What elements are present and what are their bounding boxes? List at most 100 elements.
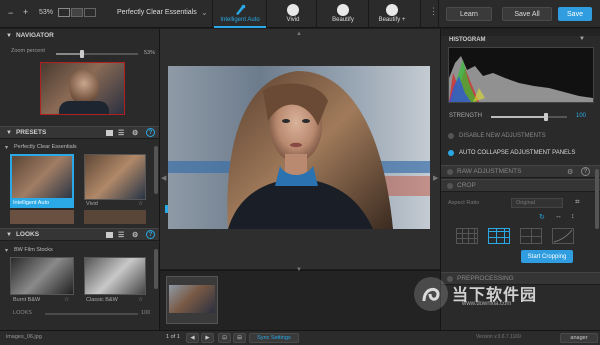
zoom-slider-handle[interactable] bbox=[80, 50, 85, 58]
looks-scrollbar[interactable] bbox=[154, 249, 158, 289]
collapse-icon[interactable]: ▾ bbox=[5, 247, 8, 254]
histogram-chart bbox=[448, 47, 594, 103]
strength-value: 100 bbox=[576, 113, 587, 119]
preset-thumbnail-partial[interactable] bbox=[10, 210, 74, 224]
strength-label: STRENGTH bbox=[449, 113, 482, 119]
collapse-top-icon[interactable]: ▲ bbox=[296, 31, 302, 37]
star-icon[interactable]: ☆ bbox=[64, 296, 69, 303]
collapse-icon[interactable]: ▼ bbox=[579, 36, 585, 42]
collapse-right-icon[interactable]: ▶ bbox=[433, 174, 438, 182]
prev-image-button[interactable]: ◀ bbox=[186, 333, 199, 343]
list-view-icon[interactable]: ☰ bbox=[118, 129, 124, 137]
divider bbox=[438, 0, 439, 28]
grid-overlay-thirds[interactable] bbox=[488, 228, 510, 244]
grid-overlay-fine[interactable] bbox=[456, 228, 478, 244]
help-icon[interactable]: ? bbox=[146, 230, 155, 239]
aspect-ratio-select[interactable]: Original bbox=[511, 198, 563, 208]
looks-strength-slider[interactable] bbox=[45, 313, 138, 315]
crop-icon[interactable]: ⌗ bbox=[575, 197, 580, 207]
raw-adjustments-header[interactable]: RAW ADJUSTMENTS ⚙ ? bbox=[441, 165, 600, 178]
crop-header[interactable]: CROP bbox=[441, 179, 600, 192]
look-thumbnail-classic-bw[interactable] bbox=[84, 257, 146, 295]
tab-beautify[interactable]: Beautify bbox=[317, 0, 369, 28]
zoom-in-icon[interactable]: + bbox=[23, 7, 28, 17]
right-panel-scrollbar[interactable] bbox=[595, 169, 599, 229]
watermark-url: www.downxia.com bbox=[462, 301, 512, 307]
help-icon[interactable]: ? bbox=[146, 128, 155, 137]
presets-header[interactable]: ▼ PRESETS ☰ ⚙ ? bbox=[0, 126, 159, 139]
save-button[interactable]: Save bbox=[558, 7, 592, 21]
flip-horizontal-icon[interactable]: ↔ bbox=[555, 213, 562, 220]
grid-overlay-golden[interactable] bbox=[552, 228, 574, 244]
rotate-icon[interactable]: ↻ bbox=[539, 213, 545, 221]
tab-beautify-plus[interactable]: Beautify + bbox=[366, 0, 418, 28]
star-icon[interactable]: ☆ bbox=[138, 296, 143, 303]
start-cropping-button[interactable]: Start Cropping bbox=[521, 250, 573, 263]
auto-collapse-toggle[interactable]: AUTO COLLAPSE ADJUSTMENT PANELS bbox=[448, 150, 575, 156]
face-icon bbox=[386, 4, 398, 16]
learn-button[interactable]: Learn bbox=[446, 7, 492, 21]
preset-group-title: Perfectly Clear Essentials bbox=[14, 144, 77, 150]
gear-icon[interactable]: ⚙ bbox=[132, 231, 138, 239]
preset-thumbnail-vivid[interactable] bbox=[84, 154, 146, 200]
star-icon[interactable]: ☆ bbox=[138, 200, 143, 207]
portrait-image bbox=[168, 66, 430, 229]
collapse-left-icon[interactable]: ◀ bbox=[161, 174, 166, 182]
look-thumbnail-burnt-bw[interactable] bbox=[10, 257, 74, 295]
collapse-bottom-icon[interactable]: ▼ bbox=[296, 267, 302, 273]
manager-button[interactable]: anager bbox=[560, 333, 598, 343]
fit-icon[interactable]: ⊡ bbox=[218, 333, 231, 343]
watermark-logo bbox=[414, 277, 448, 311]
navigator-preview[interactable] bbox=[40, 62, 125, 115]
zoom-percent-value: 53% bbox=[144, 50, 156, 56]
preset-thumbnail-intelligent-auto[interactable] bbox=[10, 154, 74, 200]
preset-thumbnail-partial[interactable] bbox=[84, 210, 146, 224]
looks-strength-label: LOOKS bbox=[13, 310, 32, 316]
list-view-icon[interactable]: ☰ bbox=[118, 231, 124, 239]
more-icon[interactable]: ⋮ bbox=[429, 6, 438, 17]
side-by-side-icon[interactable] bbox=[84, 8, 96, 17]
split-view-icon[interactable] bbox=[71, 8, 83, 17]
strength-slider-handle[interactable] bbox=[543, 113, 548, 121]
top-toolbar: − + 53% Perfectly Clear Essentials ⌄ Int… bbox=[0, 0, 600, 28]
looks-header[interactable]: ▼ LOOKS ☰ ⚙ ? bbox=[0, 228, 159, 241]
collapse-icon: ▼ bbox=[6, 129, 12, 136]
single-view-icon[interactable] bbox=[58, 8, 70, 17]
left-panel: ▼ NAVIGATOR Zoom percent 53% ▼ PRESETS ☰… bbox=[0, 29, 160, 330]
grid-overlay-quarters[interactable] bbox=[520, 228, 542, 244]
collapse-icon: ▼ bbox=[6, 32, 12, 39]
sync-settings-button[interactable]: Sync Settings bbox=[249, 333, 299, 343]
zoom-out-icon[interactable]: − bbox=[8, 8, 13, 18]
save-all-button[interactable]: Save All bbox=[502, 7, 552, 21]
chevron-down-icon[interactable]: ⌄ bbox=[201, 8, 208, 17]
brush-icon bbox=[236, 4, 246, 15]
filmstrip-item[interactable] bbox=[166, 276, 218, 324]
grid-view-icon[interactable] bbox=[106, 231, 113, 238]
grid-view-icon[interactable] bbox=[106, 129, 113, 136]
navigator-header[interactable]: ▼ NAVIGATOR bbox=[0, 29, 159, 42]
histogram-title: HISTOGRAM bbox=[449, 37, 486, 43]
filmstrip-thumbnail bbox=[169, 285, 215, 313]
face-icon bbox=[337, 4, 349, 16]
help-icon[interactable]: ? bbox=[581, 167, 590, 176]
preset-dropdown[interactable]: Perfectly Clear Essentials bbox=[117, 9, 197, 16]
next-image-button[interactable]: ▶ bbox=[201, 333, 214, 343]
zoom-slider[interactable] bbox=[56, 50, 138, 58]
strength-slider[interactable] bbox=[491, 113, 567, 121]
presets-scrollbar[interactable] bbox=[154, 146, 158, 194]
preview-subject bbox=[69, 69, 99, 105]
tab-vivid[interactable]: Vivid bbox=[267, 0, 319, 28]
looks-group-title: BW Film Stocks bbox=[14, 247, 53, 253]
flip-vertical-icon[interactable]: ↕ bbox=[571, 213, 575, 220]
main-photo[interactable] bbox=[168, 66, 430, 229]
face-icon bbox=[287, 4, 299, 16]
compare-icon[interactable]: ⊟ bbox=[233, 333, 246, 343]
collapse-icon[interactable]: ▾ bbox=[5, 144, 8, 151]
disable-adjustments-toggle[interactable]: DISABLE NEW ADJUSTMENTS bbox=[448, 133, 546, 139]
gear-icon[interactable]: ⚙ bbox=[132, 129, 138, 137]
preset-label-vivid: Vivid bbox=[86, 201, 98, 207]
gear-icon[interactable]: ⚙ bbox=[567, 168, 573, 176]
divider bbox=[420, 0, 421, 28]
tab-intelligent-auto[interactable]: Intelligent Auto bbox=[214, 0, 266, 28]
aspect-ratio-label: Aspect Ratio bbox=[448, 200, 480, 206]
